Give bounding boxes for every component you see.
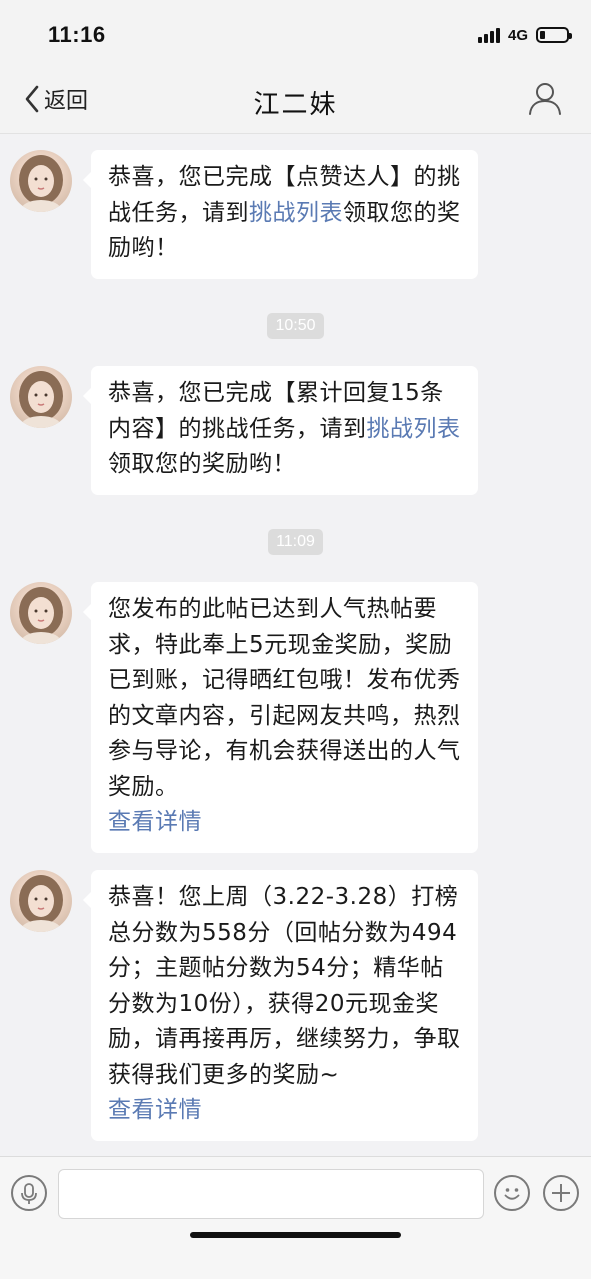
timestamp: 10:50 [0,313,591,339]
view-details-link[interactable]: 查看详情 [108,1097,202,1123]
avatar[interactable] [10,870,72,932]
emoji-button[interactable] [494,1175,530,1211]
network-label: 4G [507,26,528,44]
message-input[interactable] [58,1169,484,1219]
message-text: 恭喜！您上周（3.22-3.28）打榜总分数为558分（回帖分数为494分；主题… [108,884,461,1088]
timestamp-label: 11:09 [268,529,323,555]
page-title: 江二妹 [253,90,338,120]
status-time: 11:16 [48,22,106,47]
smiley-icon [496,1177,528,1209]
battery-fill [540,31,545,39]
profile-button[interactable] [527,80,563,116]
avatar-portrait-icon [19,587,63,644]
timestamp-label: 10:50 [267,313,324,339]
avatar[interactable] [10,366,72,428]
timestamp: 11:09 [0,529,591,555]
message-bubble[interactable]: 恭喜，您已完成【累计回复15条内容】的挑战任务，请到挑战列表领取您的奖励哟！ [83,366,478,495]
more-button[interactable] [543,1175,579,1211]
battery-icon [536,27,572,43]
avatar[interactable] [10,150,72,212]
status-indicators: 4G [477,24,572,46]
avatar-portrait-icon [19,875,63,932]
view-details-link[interactable]: 查看详情 [108,809,202,835]
message-text: 您发布的此帖已达到人气热帖要求，特此奉上5元现金奖励，奖励已到账，记得晒红包哦！… [108,596,461,800]
message-bubble[interactable]: 您发布的此帖已达到人气热帖要求，特此奉上5元现金奖励，奖励已到账，记得晒红包哦！… [83,582,478,853]
message-bubble[interactable]: 恭喜！您上周（3.22-3.28）打榜总分数为558分（回帖分数为494分；主题… [83,870,478,1141]
avatar-portrait-icon [19,371,63,428]
status-bar: 11:16 4G [0,0,591,64]
avatar[interactable] [10,582,72,644]
voice-button[interactable] [11,1175,47,1211]
input-bar [0,1156,591,1279]
person-icon [527,80,563,116]
signal-icon [477,27,500,43]
avatar-portrait-icon [19,155,63,212]
microphone-icon [13,1177,45,1209]
message-bubble[interactable]: 恭喜，您已完成【点赞达人】的挑战任务，请到挑战列表领取您的奖励哟！ [83,150,478,279]
challenge-list-link[interactable]: 挑战列表 [249,200,343,226]
plus-icon [545,1177,577,1209]
challenge-list-link[interactable]: 挑战列表 [367,416,461,442]
nav-bar: 返回 江二妹 [0,64,591,134]
home-indicator[interactable] [190,1232,401,1238]
message-text: 领取您的奖励哟！ [108,451,296,477]
